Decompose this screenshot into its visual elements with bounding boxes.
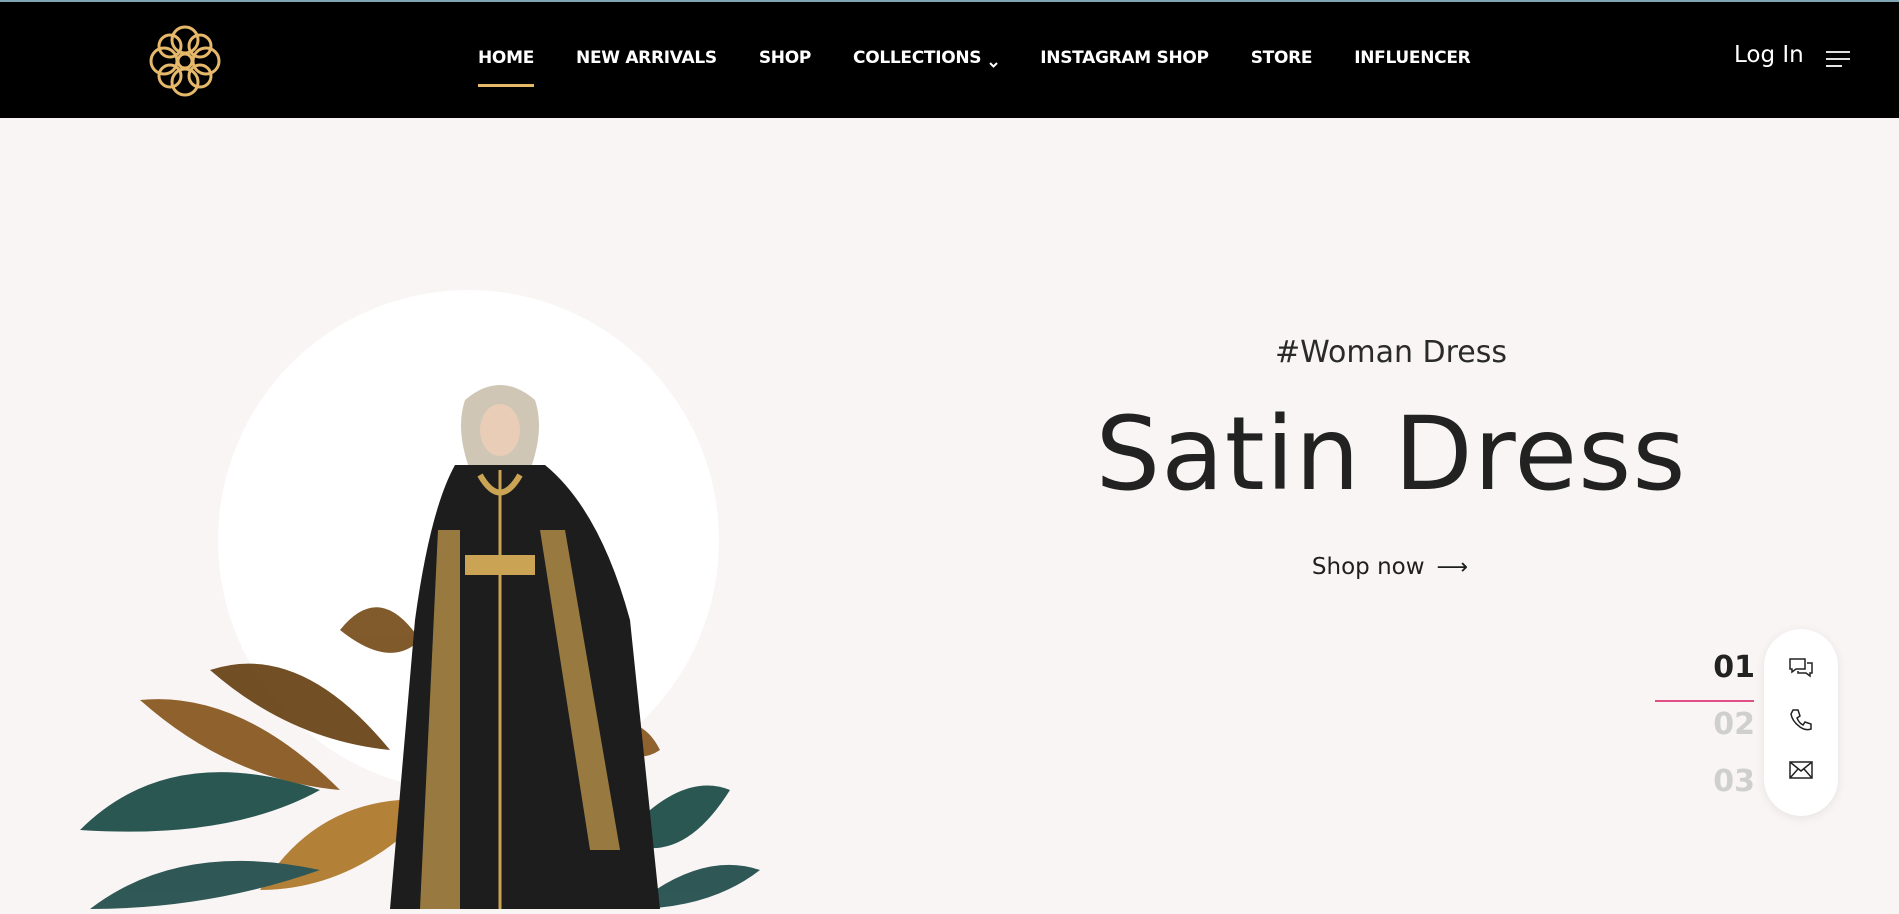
- hero-title: Satin Dress: [1095, 395, 1687, 514]
- shop-now-label: Shop now: [1311, 554, 1425, 580]
- mail-icon[interactable]: [1788, 757, 1814, 783]
- slide-03[interactable]: 03: [1655, 764, 1755, 821]
- hero-image: [60, 370, 760, 909]
- nav-store-label: STORE: [1250, 48, 1313, 68]
- logo-icon[interactable]: [146, 22, 224, 100]
- nav-shop[interactable]: SHOP: [759, 48, 811, 68]
- nav-home-label: HOME: [478, 48, 535, 68]
- hamburger-icon[interactable]: [1825, 50, 1851, 68]
- site-header: HOME NEW ARRIVALS SHOP COLLECTIONS INSTA…: [0, 2, 1899, 118]
- slide-active-indicator: [1655, 700, 1754, 702]
- nav-home[interactable]: HOME: [478, 48, 535, 87]
- model-figure: [390, 385, 660, 909]
- nav-shop-label: SHOP: [758, 48, 812, 68]
- phone-icon[interactable]: [1788, 707, 1814, 733]
- nav-influencer-label: INFLUENCER: [1354, 48, 1471, 68]
- hero-tag: #Woman Dress: [1274, 335, 1508, 370]
- nav-store[interactable]: STORE: [1251, 48, 1313, 68]
- slide-02[interactable]: 02: [1655, 707, 1755, 764]
- slider-pagination: 01 02 03: [1655, 650, 1755, 821]
- chat-icon[interactable]: [1788, 655, 1814, 681]
- nav-new-arrivals-label: NEW ARRIVALS: [576, 48, 717, 68]
- slide-01[interactable]: 01: [1655, 650, 1755, 707]
- nav-instagram-shop[interactable]: INSTAGRAM SHOP: [1040, 48, 1209, 68]
- arrow-right-icon: ⟶: [1436, 554, 1469, 580]
- nav-instagram-shop-label: INSTAGRAM SHOP: [1040, 48, 1209, 68]
- nav-collections[interactable]: COLLECTIONS: [853, 48, 998, 68]
- main-nav: HOME NEW ARRIVALS SHOP COLLECTIONS INSTA…: [478, 48, 1512, 87]
- contact-widget: [1764, 629, 1838, 816]
- nav-collections-label: COLLECTIONS: [853, 48, 982, 68]
- nav-influencer[interactable]: INFLUENCER: [1354, 48, 1471, 68]
- nav-new-arrivals[interactable]: NEW ARRIVALS: [576, 48, 717, 68]
- login-link[interactable]: Log In: [1734, 42, 1804, 68]
- chevron-down-icon: [989, 54, 998, 68]
- shop-now-button[interactable]: Shop now ⟶: [1290, 554, 1490, 580]
